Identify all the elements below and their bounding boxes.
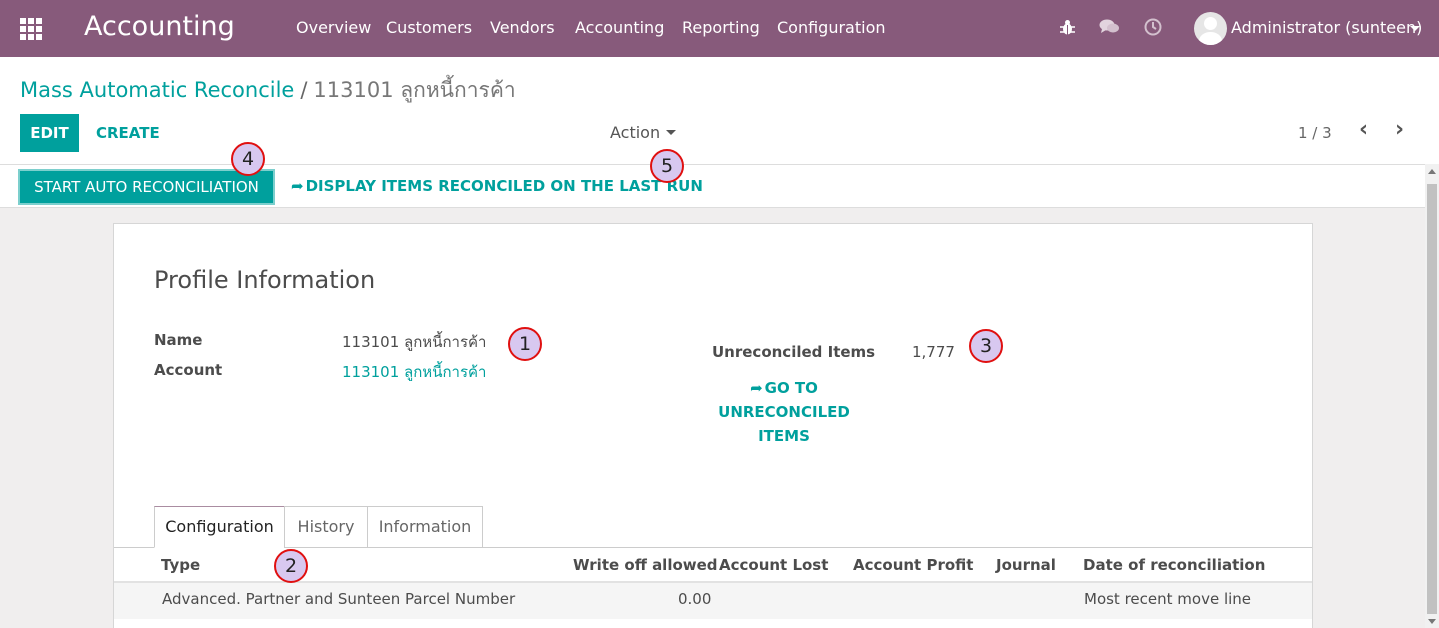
menu-reporting[interactable]: Reporting: [682, 18, 760, 37]
column-header-type[interactable]: Type: [161, 556, 200, 574]
cell-write-off: 0.00: [678, 590, 712, 608]
pager-next-icon[interactable]: ›: [1395, 119, 1404, 141]
chevron-down-icon[interactable]: [1410, 26, 1420, 31]
scroll-up-icon[interactable]: [1428, 169, 1436, 174]
breadcrumb: Mass Automatic Reconcile/113101 ลูกหนี้ก…: [20, 74, 516, 107]
action-label: Action: [610, 123, 661, 142]
goto-line-3: ITEMS: [758, 427, 810, 445]
pager-previous-icon[interactable]: ‹: [1359, 119, 1368, 141]
go-to-unreconciled-button[interactable]: ➦ GO TO UNRECONCILED ITEMS: [699, 376, 869, 448]
menu-configuration[interactable]: Configuration: [777, 18, 886, 37]
menu-overview[interactable]: Overview: [296, 18, 371, 37]
bug-icon[interactable]: [1059, 18, 1076, 36]
tab-configuration[interactable]: Configuration: [154, 506, 285, 548]
create-button[interactable]: CREATE: [96, 124, 160, 142]
tab-information[interactable]: Information: [367, 506, 483, 548]
scroll-thumb[interactable]: [1427, 184, 1437, 614]
user-avatar[interactable]: [1194, 12, 1227, 45]
start-auto-reconciliation-button[interactable]: START AUTO RECONCILIATION: [18, 169, 275, 205]
form-statusbar: START AUTO RECONCILIATION ➦ DISPLAY ITEMS…: [0, 164, 1425, 208]
app-brand[interactable]: Accounting: [84, 11, 235, 42]
apps-menu-icon[interactable]: [20, 18, 42, 40]
column-header-journal[interactable]: Journal: [996, 556, 1056, 574]
annotation-marker-2: 2: [274, 549, 308, 583]
cell-date-of-reconciliation: Most recent move line: [1084, 590, 1252, 608]
scroll-down-icon[interactable]: [1428, 619, 1436, 624]
cell-type: Advanced. Partner and Sunteen Parcel Num…: [162, 590, 516, 608]
goto-line-2: UNRECONCILED: [718, 403, 850, 421]
vertical-scrollbar[interactable]: [1425, 164, 1439, 628]
annotation-marker-3: 3: [969, 329, 1003, 363]
control-panel: Mass Automatic Reconcile/113101 ลูกหนี้ก…: [0, 57, 1439, 164]
profile-title: Profile Information: [154, 266, 376, 294]
pager-counter: 1 / 3: [1298, 124, 1332, 142]
account-link[interactable]: 113101 ลูกหนี้การค้า: [342, 360, 486, 384]
breadcrumb-separator: /: [300, 78, 308, 102]
clock-icon[interactable]: [1144, 18, 1162, 36]
breadcrumb-current: 113101 ลูกหนี้การค้า: [313, 78, 516, 102]
display-reconciled-label: DISPLAY ITEMS RECONCILED ON THE LAST RUN: [305, 177, 703, 195]
tab-history[interactable]: History: [284, 506, 368, 548]
edit-button[interactable]: EDIT: [20, 114, 79, 152]
chat-icon[interactable]: [1099, 18, 1120, 36]
unreconciled-label: Unreconciled Items: [712, 343, 876, 361]
column-header-date-of-reconciliation[interactable]: Date of reconciliation: [1083, 556, 1265, 574]
annotation-marker-1: 1: [508, 327, 542, 361]
unreconciled-value: 1,777: [912, 343, 955, 361]
column-header-write-off[interactable]: Write off allowed: [573, 556, 718, 574]
share-arrow-icon: ➦: [291, 177, 304, 195]
annotation-marker-4: 4: [231, 142, 265, 176]
annotation-marker-5: 5: [650, 149, 684, 183]
action-dropdown[interactable]: Action: [610, 123, 677, 142]
menu-vendors[interactable]: Vendors: [490, 18, 555, 37]
menu-accounting[interactable]: Accounting: [575, 18, 664, 37]
column-header-account-profit[interactable]: Account Profit: [853, 556, 973, 574]
caret-down-icon: [666, 130, 677, 135]
name-value: 113101 ลูกหนี้การค้า: [342, 333, 487, 351]
top-navbar: Accounting Overview Customers Vendors Ac…: [0, 0, 1439, 57]
share-arrow-icon: ➦: [750, 379, 763, 397]
column-header-account-lost[interactable]: Account Lost: [719, 556, 828, 574]
breadcrumb-parent[interactable]: Mass Automatic Reconcile: [20, 78, 294, 102]
account-label: Account: [154, 361, 223, 379]
display-reconciled-items-button[interactable]: ➦ DISPLAY ITEMS RECONCILED ON THE LAST RU…: [291, 177, 703, 195]
name-label: Name: [154, 331, 203, 349]
user-menu-name[interactable]: Administrator (sunteen): [1231, 18, 1422, 37]
goto-line-1: GO TO: [764, 379, 818, 397]
menu-customers[interactable]: Customers: [386, 18, 472, 37]
